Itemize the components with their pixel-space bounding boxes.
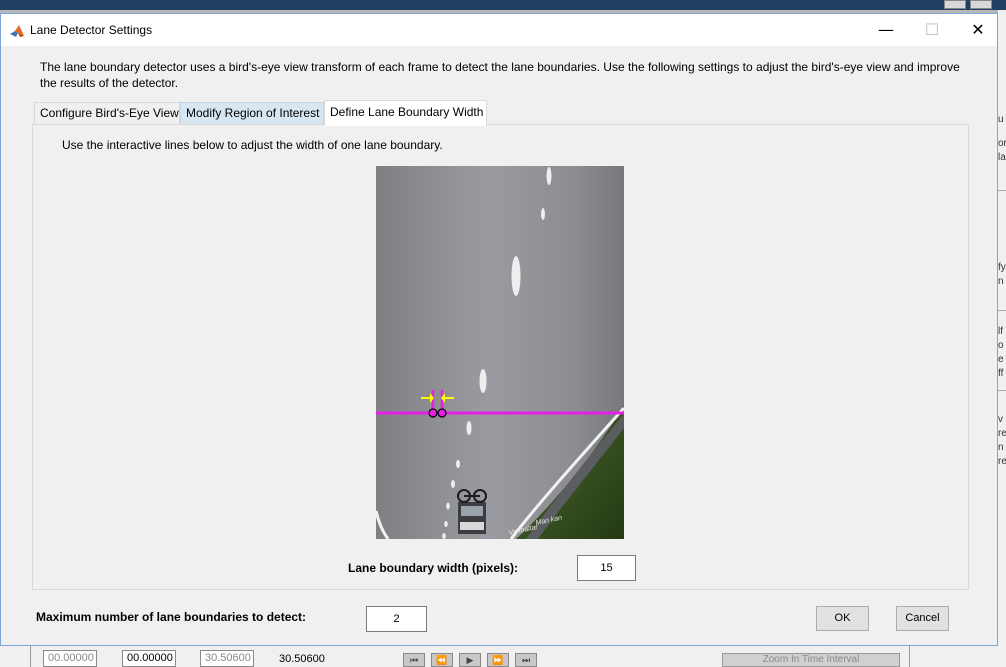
end-time-field[interactable]: 30.50600 [200,650,254,667]
cancel-button[interactable]: Cancel [896,606,949,631]
side-text-fragment: u [998,114,1004,125]
tab-modify-region-of-interest[interactable]: Modify Region of Interest [180,102,324,125]
side-text-fragment: e [998,354,1004,365]
max-lane-boundaries-label: Maximum number of lane boundaries to det… [36,610,307,624]
side-text-fragment: o [998,340,1004,351]
side-text-fragment: n [998,276,1004,287]
next-frame-button[interactable]: ⏩ [487,653,509,667]
max-lane-boundaries-field[interactable]: 2 [366,606,427,632]
last-frame-button[interactable]: ⏭ [515,653,537,667]
background-app-playback-bar: 00.00000 00.00000 30.50600 30.50600 ⏮ ⏪ … [0,646,998,667]
side-text-fragment: v [998,414,1003,425]
close-button[interactable]: ✕ [955,20,1001,42]
side-text-fragment: re [998,428,1006,439]
lane-boundary-width-label: Lane boundary width (pixels): [348,561,519,575]
side-text-fragment: re [998,456,1006,467]
background-window-button[interactable] [970,0,992,9]
side-text-fragment: lf [998,326,1003,337]
side-text-fragment: n [998,442,1004,453]
current-time-field[interactable]: 00.00000 [122,650,176,667]
side-text-fragment: ff [998,368,1004,379]
lane-detector-settings-dialog: Lane Detector Settings — ☐ ✕ The lane bo… [0,13,998,646]
background-app-titlebar [0,0,1006,10]
intro-description: The lane boundary detector uses a bird's… [40,60,960,90]
last-frame-icon: ⏭ [521,655,531,665]
first-frame-icon: ⏮ [409,655,419,665]
start-time-field[interactable]: 00.00000 [43,650,97,667]
tab-panel-define-lane-boundary-width: Use the interactive lines below to adjus… [32,124,969,590]
side-text-fragment: fy [998,262,1006,273]
lane-boundary-left-handle[interactable] [428,408,438,418]
birds-eye-view-image[interactable]: Man kan Vanhaltar [376,166,624,539]
birds-eye-view-canvas[interactable]: Man kan Vanhaltar [376,166,624,539]
previous-frame-icon: ⏪ [436,655,448,665]
dialog-titlebar[interactable]: Lane Detector Settings — ☐ ✕ [1,14,997,46]
side-divider [998,190,1006,191]
zoom-time-interval-button[interactable]: Zoom In Time Interval [722,653,900,667]
tab-configure-birds-eye-view[interactable]: Configure Bird's-Eye View [34,102,180,125]
matlab-logo-icon [10,25,24,37]
previous-frame-button[interactable]: ⏪ [431,653,453,667]
tab-define-lane-boundary-width[interactable]: Define Lane Boundary Width [324,100,487,126]
window-title: Lane Detector Settings [30,23,153,37]
background-app-side-panel: u or la fy n lf o e ff v re n re [998,10,1006,667]
play-button[interactable]: ▶ [459,653,481,667]
lane-boundary-right-handle[interactable] [437,408,447,418]
maximize-button[interactable]: ☐ [909,20,955,42]
max-time-label: 30.50600 [279,653,325,665]
side-text-fragment: or [998,138,1006,149]
side-divider [998,310,1006,311]
panel-instruction: Use the interactive lines below to adjus… [62,138,443,152]
ok-button[interactable]: OK [816,606,869,631]
play-icon: ▶ [466,655,474,665]
background-window-button[interactable] [944,0,966,9]
side-text-fragment: la [998,152,1006,163]
lane-boundary-width-field[interactable]: 15 [577,555,636,581]
next-frame-icon: ⏩ [492,655,504,665]
minimize-button[interactable]: — [863,20,909,42]
side-divider [998,390,1006,391]
first-frame-button[interactable]: ⏮ [403,653,425,667]
